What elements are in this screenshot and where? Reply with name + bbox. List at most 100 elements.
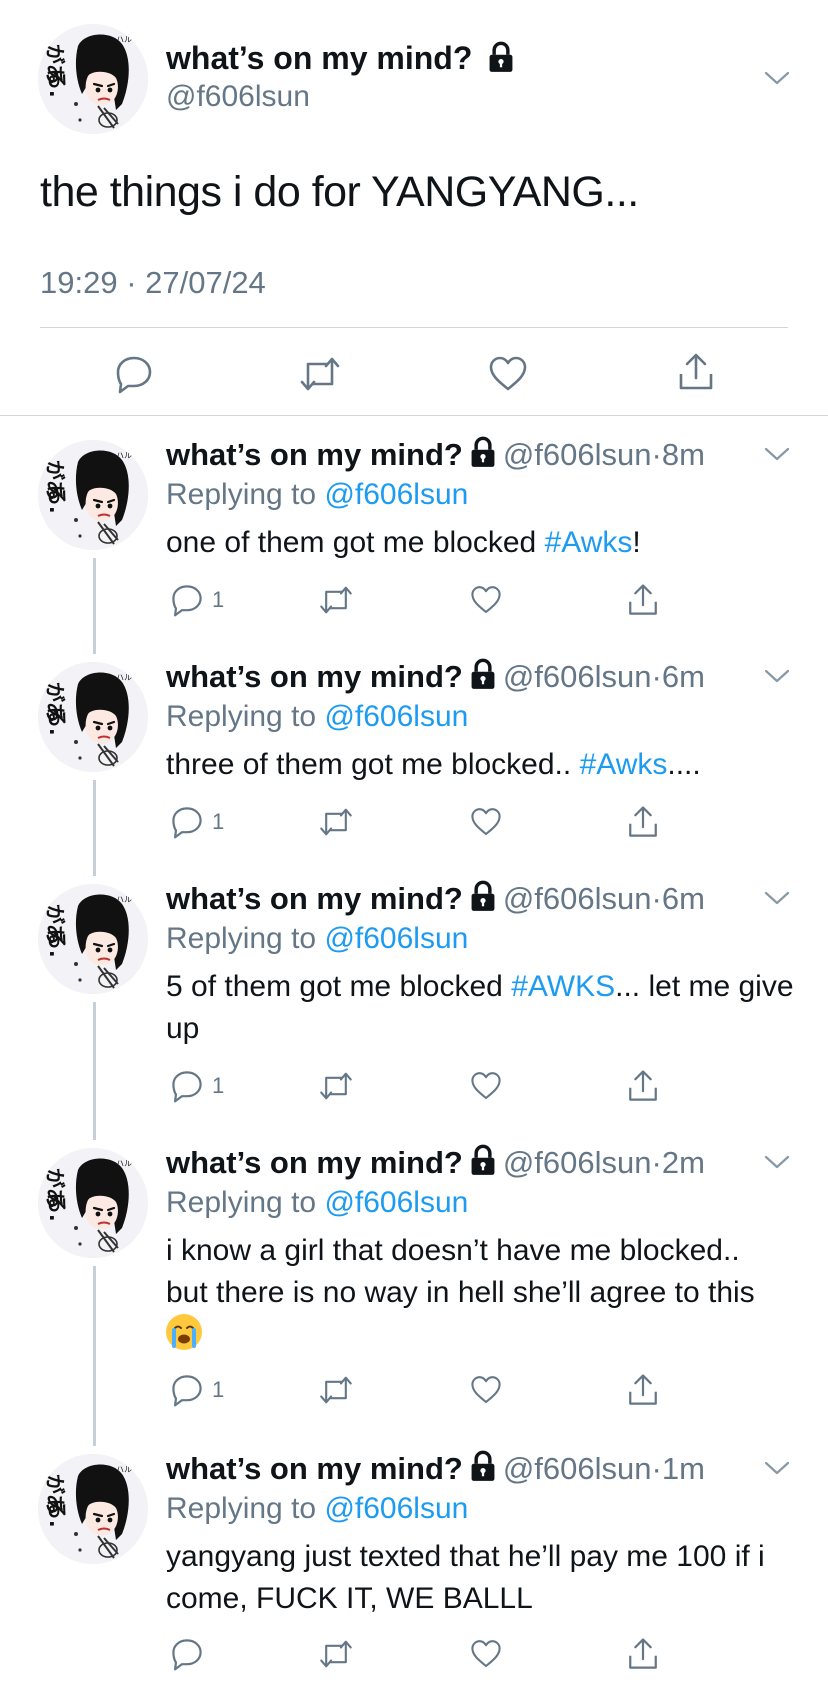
reply-count: 1 [212,1377,225,1402]
reply-time[interactable]: 6m [662,659,705,694]
reply-time[interactable]: 8m [662,437,705,472]
reply-tweet[interactable]: what’s on my mind? @f606lsun·6m Replying … [0,874,828,1114]
retweet-button[interactable] [318,1068,354,1104]
avatar[interactable] [38,24,148,134]
reply-time[interactable]: 6m [662,881,705,916]
reply-header: what’s on my mind? @f606lsun·1m [166,1450,705,1487]
reply-time[interactable]: 2m [662,1145,705,1180]
reply-text: three of them got me blocked.. #Awks.... [166,744,806,786]
meta-separator: · [651,881,662,916]
retweet-icon[interactable] [298,354,342,394]
reply-time[interactable]: 1m [662,1451,705,1486]
reply-button[interactable]: 1 [170,1372,224,1408]
share-icon [626,1637,660,1671]
avatar[interactable] [38,662,148,772]
replying-to-label: Replying to [166,478,325,511]
author-handle[interactable]: @f606lsun [503,881,652,916]
reply-tweet[interactable]: what’s on my mind? @f606lsun·8m Replying … [0,430,828,630]
replying-to: Replying to @f606lsun [166,1186,468,1220]
heart-icon [470,1071,502,1101]
replying-to: Replying to @f606lsun [166,1492,468,1526]
reply-button[interactable]: 1 [170,1068,224,1104]
hashtag-link[interactable]: #AWKS [511,970,615,1003]
author-handle[interactable]: @f606lsun [503,1451,652,1486]
retweet-icon [318,1373,354,1407]
hashtag-link[interactable]: #Awks [545,526,633,559]
replying-to-handle[interactable]: @f606lsun [324,1492,468,1525]
reply-icon [170,805,204,839]
share-button[interactable] [626,1068,660,1104]
hashtag-link[interactable]: #Awks [580,748,668,781]
reply-tweet[interactable]: what’s on my mind? @f606lsun·2m Replying … [0,1138,828,1428]
share-button[interactable] [626,582,660,618]
chevron-down-icon[interactable] [764,70,790,86]
like-button[interactable] [470,1636,502,1672]
retweet-icon [318,805,354,839]
heart-icon [470,1639,502,1669]
avatar-image [38,440,148,550]
author-name[interactable]: what’s on my mind? [166,881,463,916]
reply-button[interactable] [170,1636,204,1672]
chevron-down-icon[interactable] [764,668,790,684]
avatar[interactable] [38,440,148,550]
chevron-down-icon[interactable] [764,890,790,906]
share-icon [626,1069,660,1103]
author-handle[interactable]: @f606lsun [503,659,652,694]
reply-count: 1 [212,809,225,834]
reply-icon [170,1373,204,1407]
reply-action-bar [170,1636,670,1672]
replying-to-handle[interactable]: @f606lsun [324,478,468,511]
author-handle[interactable]: @f606lsun [503,1145,652,1180]
share-button[interactable] [626,1636,660,1672]
avatar[interactable] [38,1148,148,1258]
replying-to-handle[interactable]: @f606lsun [324,922,468,955]
replying-to-handle[interactable]: @f606lsun [324,1186,468,1219]
avatar-image [38,24,148,134]
reply-icon [170,1637,204,1671]
heart-icon [470,807,502,837]
share-button[interactable] [626,804,660,840]
replying-to-handle[interactable]: @f606lsun [324,700,468,733]
divider [40,327,788,328]
author-name[interactable]: what’s on my mind? [166,437,463,472]
reply-button[interactable]: 1 [170,804,224,840]
reply-icon[interactable] [114,354,154,394]
heart-icon [470,585,502,615]
retweet-button[interactable] [318,1372,354,1408]
reply-tweet[interactable]: what’s on my mind? @f606lsun·6m Replying … [0,652,828,852]
heart-icon[interactable] [488,356,528,392]
main-tweet-action-bar [0,352,828,396]
author-handle[interactable]: @f606lsun [503,437,652,472]
main-tweet-timestamp[interactable]: 19:29 · 27/07/24 [40,265,266,301]
reply-button[interactable]: 1 [170,582,224,618]
author-name[interactable]: what’s on my mind? [166,1451,463,1486]
meta-separator: · [651,1451,662,1486]
reply-text: i know a girl that doesn’t have me block… [166,1230,766,1356]
reply-action-bar: 1 [170,1068,670,1104]
main-tweet-author-name[interactable]: what’s on my mind? [166,40,521,77]
chevron-down-icon[interactable] [764,1460,790,1476]
like-button[interactable] [470,1372,502,1408]
avatar[interactable] [38,1454,148,1564]
reply-tweet[interactable]: what’s on my mind? @f606lsun·1m Replying … [0,1444,828,1689]
chevron-down-icon[interactable] [764,1154,790,1170]
retweet-button[interactable] [318,1636,354,1672]
avatar[interactable] [38,884,148,994]
reply-text-body: 5 of them got me blocked [166,970,512,1003]
like-button[interactable] [470,1068,502,1104]
author-name[interactable]: what’s on my mind? [166,1145,463,1180]
main-tweet-text: the things i do for YANGYANG... [40,168,639,216]
divider [0,415,828,416]
share-icon[interactable] [676,352,716,392]
main-tweet-author-handle[interactable]: @f606lsun [166,80,310,114]
retweet-button[interactable] [318,804,354,840]
reply-text-tail: ! [632,526,641,559]
replying-to: Replying to @f606lsun [166,700,468,734]
like-button[interactable] [470,804,502,840]
reply-count: 1 [212,587,225,612]
author-name[interactable]: what’s on my mind? [166,659,463,694]
chevron-down-icon[interactable] [764,446,790,462]
like-button[interactable] [470,582,502,618]
retweet-button[interactable] [318,582,354,618]
share-button[interactable] [626,1372,660,1408]
